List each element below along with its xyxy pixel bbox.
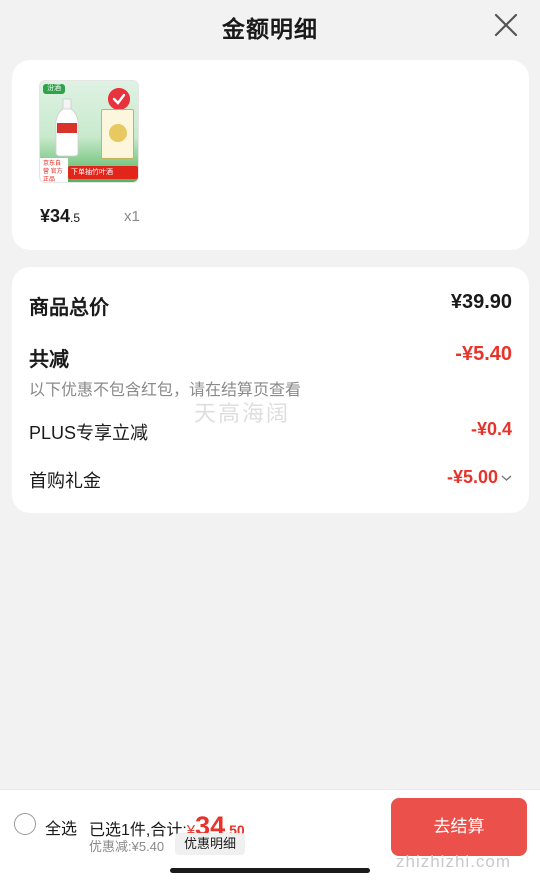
bottom-checkout-bar: 全选 已选1件,合计:¥34.50 优惠减:¥5.40 优惠明细 去结算 zhi… <box>0 789 540 881</box>
reduction-row: 共减 -¥5.40 <box>29 343 512 371</box>
price-integer: ¥34 <box>40 206 71 226</box>
discount-detail-button[interactable]: 优惠明细 <box>175 833 245 855</box>
brand-logo: 汾酒 <box>43 84 65 94</box>
checkmark-badge-icon <box>108 88 130 110</box>
plus-discount-label: PLUS专享立减 <box>29 423 149 443</box>
plus-discount-value: -¥0.4 <box>470 419 512 439</box>
select-all-label[interactable]: 全选 <box>45 815 77 839</box>
total-row: 商品总价 ¥39.90 <box>29 291 512 319</box>
certificate-image <box>101 109 134 159</box>
product-image[interactable]: 汾酒 京东自营 官方正品 下单抽竹叶酒 <box>39 80 139 183</box>
header: 金额明细 <box>0 0 540 52</box>
gift-value[interactable]: -¥5.00 <box>447 467 512 488</box>
watermark-text: 天高海阔 <box>194 401 291 426</box>
home-indicator <box>170 868 370 873</box>
price-decimal: .5 <box>70 211 81 225</box>
reduction-value: -¥5.40 <box>455 343 512 365</box>
discount-text: 优惠减:¥5.40 <box>89 839 165 854</box>
gift-label: 首购礼金 <box>29 471 101 491</box>
reduction-label: 共减 <box>29 349 69 371</box>
total-label: 商品总价 <box>29 297 109 319</box>
product-price: ¥34.5 <box>40 206 80 227</box>
bottle-icon <box>55 98 79 157</box>
checkout-button[interactable]: 去结算 <box>391 798 527 856</box>
site-watermark: zhizhizhi.com <box>396 852 512 871</box>
price-summary-card: 商品总价 ¥39.90 共减 -¥5.40 以下优惠不包含红包，请在结算页查看 … <box>12 267 529 513</box>
select-all-radio[interactable] <box>14 813 36 835</box>
promo-banner: 下单抽竹叶酒 <box>68 166 138 179</box>
jd-official-tag: 京东自营 官方正品 <box>40 158 68 182</box>
page-title: 金额明细 <box>222 16 318 42</box>
total-value: ¥39.90 <box>450 291 512 313</box>
product-card: 汾酒 京东自营 官方正品 下单抽竹叶酒 ¥34.5 x1 <box>12 60 529 250</box>
gift-amount: -¥5.00 <box>446 467 498 487</box>
first-purchase-gift-row[interactable]: 首购礼金 -¥5.00 <box>29 467 512 491</box>
chevron-down-icon[interactable] <box>501 474 512 482</box>
product-quantity: x1 <box>124 208 140 225</box>
close-icon[interactable] <box>492 11 520 39</box>
